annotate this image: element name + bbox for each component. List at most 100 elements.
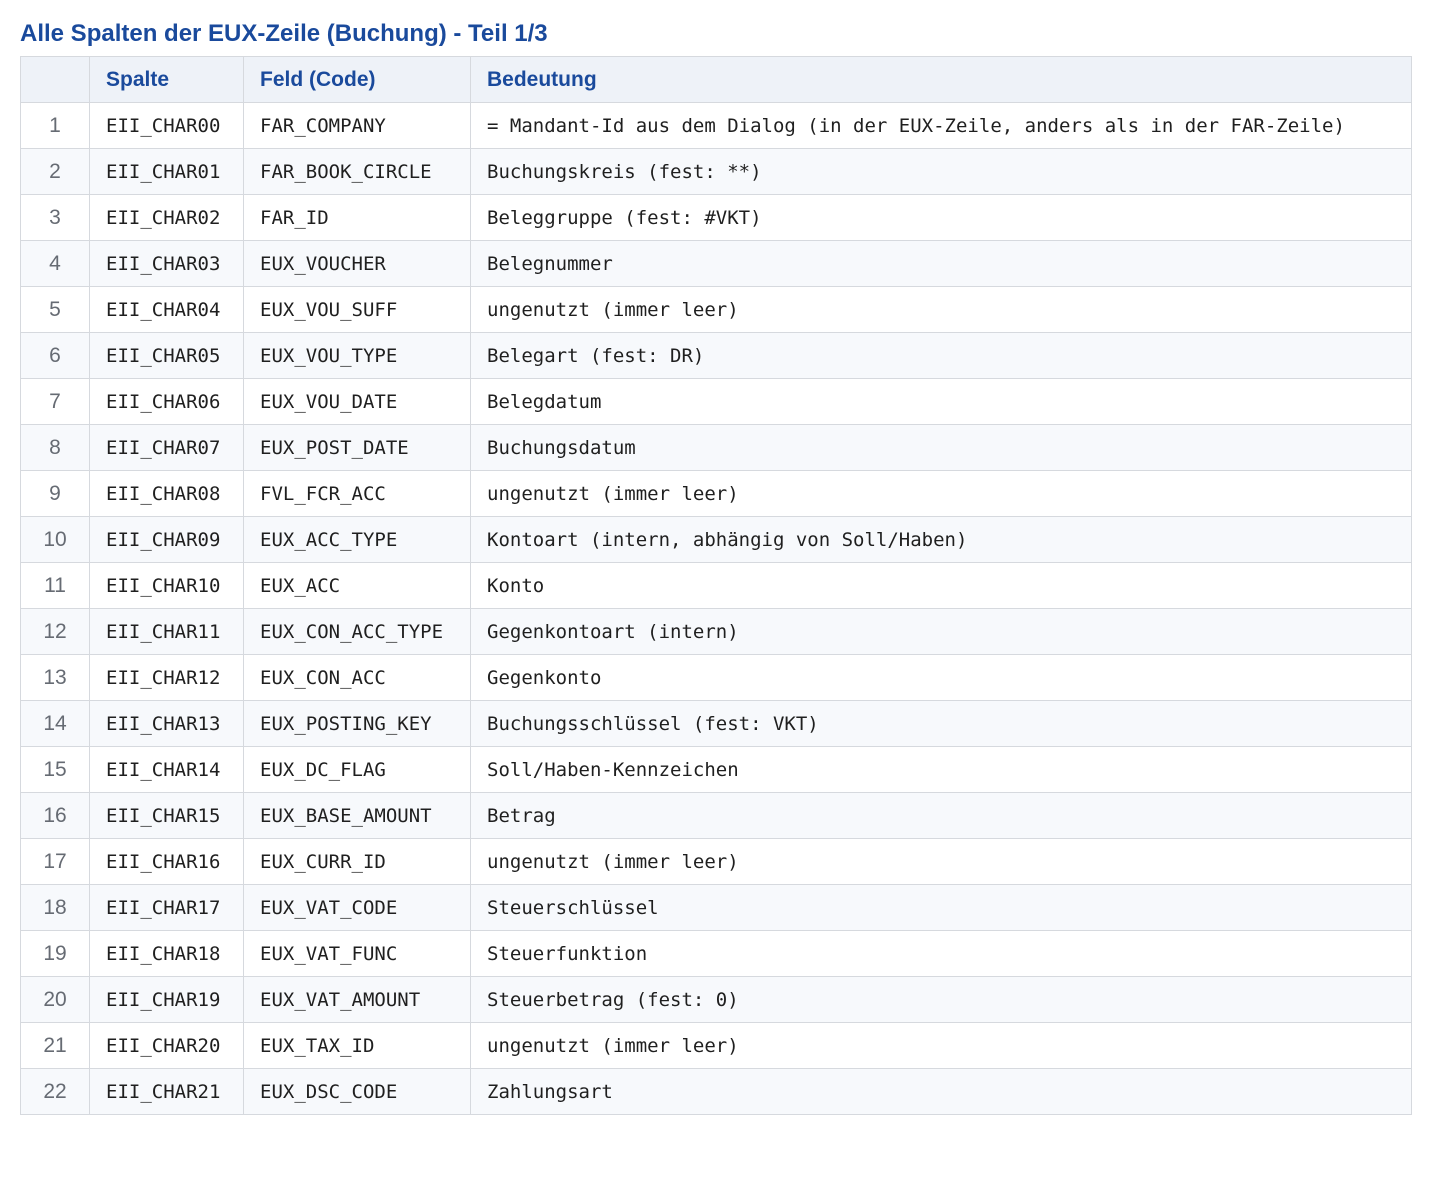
header-row-number bbox=[20, 56, 90, 103]
spalte-cell: EII_CHAR00 bbox=[89, 102, 244, 149]
feld-code-cell: FAR_COMPANY bbox=[243, 102, 471, 149]
table-row: 18 EII_CHAR17 EUX_VAT_CODE Steuerschlüssel bbox=[20, 884, 1412, 931]
row-number-cell: 9 bbox=[20, 470, 90, 517]
bedeutung-cell: Buchungsdatum bbox=[470, 424, 1412, 471]
row-number-cell: 18 bbox=[20, 884, 90, 931]
table-row: 3 EII_CHAR02 FAR_ID Beleggruppe (fest: #VKT… bbox=[20, 194, 1412, 241]
header-bedeutung: Bedeutung bbox=[470, 56, 1412, 103]
feld-code-cell: EUX_BASE_AMOUNT bbox=[243, 792, 471, 839]
bedeutung-cell: Buchungsschlüssel (fest: VKT) bbox=[470, 700, 1412, 747]
spalte-cell: EII_CHAR08 bbox=[89, 470, 244, 517]
table-row: 4 EII_CHAR03 EUX_VOUCHER Belegnummer bbox=[20, 240, 1412, 287]
bedeutung-cell: ungenutzt (immer leer) bbox=[470, 470, 1412, 517]
row-number-cell: 4 bbox=[20, 240, 90, 287]
columns-table: Spalte Feld (Code) Bedeutung 1 EII_CHAR00… bbox=[20, 56, 1412, 1115]
row-number-cell: 15 bbox=[20, 746, 90, 793]
table-row: 17 EII_CHAR16 EUX_CURR_ID ungenutzt (immer … bbox=[20, 838, 1412, 885]
table-row: 22 EII_CHAR21 EUX_DSC_CODE Zahlungsart bbox=[20, 1068, 1412, 1115]
spalte-cell: EII_CHAR09 bbox=[89, 516, 244, 563]
spalte-cell: EII_CHAR06 bbox=[89, 378, 244, 425]
table-row: 16 EII_CHAR15 EUX_BASE_AMOUNT Betrag bbox=[20, 792, 1412, 839]
table-header-row: Spalte Feld (Code) Bedeutung bbox=[20, 56, 1412, 103]
row-number-cell: 14 bbox=[20, 700, 90, 747]
feld-code-cell: EUX_VAT_CODE bbox=[243, 884, 471, 931]
bedeutung-cell: Steuerschlüssel bbox=[470, 884, 1412, 931]
spalte-cell: EII_CHAR05 bbox=[89, 332, 244, 379]
table-row: 5 EII_CHAR04 EUX_VOU_SUFF ungenutzt (immer … bbox=[20, 286, 1412, 333]
row-number-cell: 6 bbox=[20, 332, 90, 379]
feld-code-cell: EUX_DSC_CODE bbox=[243, 1068, 471, 1115]
spalte-cell: EII_CHAR12 bbox=[89, 654, 244, 701]
bedeutung-cell: Soll/Haben-Kennzeichen bbox=[470, 746, 1412, 793]
table-row: 1 EII_CHAR00 FAR_COMPANY = Mandant-Id aus d… bbox=[20, 102, 1412, 149]
spalte-cell: EII_CHAR21 bbox=[89, 1068, 244, 1115]
table-row: 8 EII_CHAR07 EUX_POST_DATE Buchungsdatum bbox=[20, 424, 1412, 471]
feld-code-cell: EUX_VAT_FUNC bbox=[243, 930, 471, 977]
table-row: 20 EII_CHAR19 EUX_VAT_AMOUNT Steuerbetrag (… bbox=[20, 976, 1412, 1023]
feld-code-cell: FAR_BOOK_CIRCLE bbox=[243, 148, 471, 195]
feld-code-cell: EUX_VAT_AMOUNT bbox=[243, 976, 471, 1023]
spalte-cell: EII_CHAR07 bbox=[89, 424, 244, 471]
row-number-cell: 8 bbox=[20, 424, 90, 471]
table-row: 2 EII_CHAR01 FAR_BOOK_CIRCLE Buchungskreis … bbox=[20, 148, 1412, 195]
feld-code-cell: EUX_VOU_TYPE bbox=[243, 332, 471, 379]
feld-code-cell: EUX_POST_DATE bbox=[243, 424, 471, 471]
spalte-cell: EII_CHAR19 bbox=[89, 976, 244, 1023]
bedeutung-cell: Gegenkonto bbox=[470, 654, 1412, 701]
spalte-cell: EII_CHAR14 bbox=[89, 746, 244, 793]
feld-code-cell: EUX_DC_FLAG bbox=[243, 746, 471, 793]
table-body: 1 EII_CHAR00 FAR_COMPANY = Mandant-Id aus d… bbox=[20, 102, 1412, 1115]
table-row: 13 EII_CHAR12 EUX_CON_ACC Gegenkonto bbox=[20, 654, 1412, 701]
bedeutung-cell: Steuerbetrag (fest: 0) bbox=[470, 976, 1412, 1023]
table-row: 6 EII_CHAR05 EUX_VOU_TYPE Belegart (fest: D… bbox=[20, 332, 1412, 379]
row-number-cell: 5 bbox=[20, 286, 90, 333]
bedeutung-cell: Gegenkontoart (intern) bbox=[470, 608, 1412, 655]
spalte-cell: EII_CHAR01 bbox=[89, 148, 244, 195]
spalte-cell: EII_CHAR03 bbox=[89, 240, 244, 287]
spalte-cell: EII_CHAR17 bbox=[89, 884, 244, 931]
feld-code-cell: FVL_FCR_ACC bbox=[243, 470, 471, 517]
spalte-cell: EII_CHAR02 bbox=[89, 194, 244, 241]
header-spalte: Spalte bbox=[89, 56, 244, 103]
feld-code-cell: EUX_CON_ACC_TYPE bbox=[243, 608, 471, 655]
feld-code-cell: EUX_CON_ACC bbox=[243, 654, 471, 701]
bedeutung-cell: Belegdatum bbox=[470, 378, 1412, 425]
feld-code-cell: EUX_CURR_ID bbox=[243, 838, 471, 885]
row-number-cell: 19 bbox=[20, 930, 90, 977]
row-number-cell: 17 bbox=[20, 838, 90, 885]
feld-code-cell: EUX_VOUCHER bbox=[243, 240, 471, 287]
row-number-cell: 20 bbox=[20, 976, 90, 1023]
table-row: 10 EII_CHAR09 EUX_ACC_TYPE Kontoart (intern… bbox=[20, 516, 1412, 563]
table-row: 21 EII_CHAR20 EUX_TAX_ID ungenutzt (immer l… bbox=[20, 1022, 1412, 1069]
row-number-cell: 22 bbox=[20, 1068, 90, 1115]
table-row: 12 EII_CHAR11 EUX_CON_ACC_TYPE Gegenkontoar… bbox=[20, 608, 1412, 655]
feld-code-cell: EUX_POSTING_KEY bbox=[243, 700, 471, 747]
page-title: Alle Spalten der EUX-Zeile (Buchung) - T… bbox=[20, 20, 548, 47]
bedeutung-cell: ungenutzt (immer leer) bbox=[470, 1022, 1412, 1069]
row-number-cell: 10 bbox=[20, 516, 90, 563]
spalte-cell: EII_CHAR13 bbox=[89, 700, 244, 747]
feld-code-cell: EUX_ACC bbox=[243, 562, 471, 609]
row-number-cell: 16 bbox=[20, 792, 90, 839]
bedeutung-cell: = Mandant-Id aus dem Dialog (in der EUX-… bbox=[470, 102, 1412, 149]
bedeutung-cell: Buchungskreis (fest: **) bbox=[470, 148, 1412, 195]
row-number-cell: 7 bbox=[20, 378, 90, 425]
table-row: 7 EII_CHAR06 EUX_VOU_DATE Belegdatum bbox=[20, 378, 1412, 425]
bedeutung-cell: Konto bbox=[470, 562, 1412, 609]
spalte-cell: EII_CHAR16 bbox=[89, 838, 244, 885]
table-row: 19 EII_CHAR18 EUX_VAT_FUNC Steuerfunktion bbox=[20, 930, 1412, 977]
header-feld-code: Feld (Code) bbox=[243, 56, 471, 103]
bedeutung-cell: Belegart (fest: DR) bbox=[470, 332, 1412, 379]
bedeutung-cell: Zahlungsart bbox=[470, 1068, 1412, 1115]
table-row: 14 EII_CHAR13 EUX_POSTING_KEY Buchungsschlü… bbox=[20, 700, 1412, 747]
feld-code-cell: EUX_VOU_SUFF bbox=[243, 286, 471, 333]
feld-code-cell: EUX_TAX_ID bbox=[243, 1022, 471, 1069]
bedeutung-cell: Belegnummer bbox=[470, 240, 1412, 287]
row-number-cell: 1 bbox=[20, 102, 90, 149]
row-number-cell: 21 bbox=[20, 1022, 90, 1069]
table-row: 11 EII_CHAR10 EUX_ACC Konto bbox=[20, 562, 1412, 609]
bedeutung-cell: Kontoart (intern, abhängig von Soll/Habe… bbox=[470, 516, 1412, 563]
row-number-cell: 2 bbox=[20, 148, 90, 195]
spalte-cell: EII_CHAR04 bbox=[89, 286, 244, 333]
feld-code-cell: EUX_VOU_DATE bbox=[243, 378, 471, 425]
